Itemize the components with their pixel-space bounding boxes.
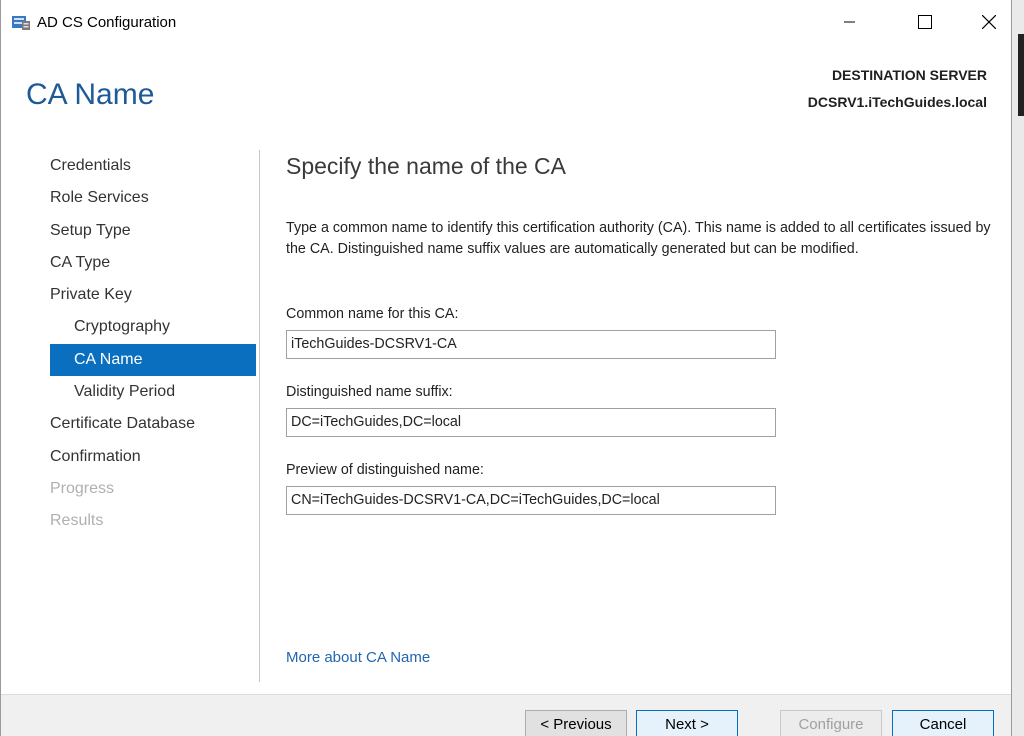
next-button[interactable]: Next > bbox=[636, 710, 738, 736]
nav-item-confirmation[interactable]: Confirmation bbox=[50, 441, 256, 473]
section-heading: Specify the name of the CA bbox=[286, 153, 566, 179]
dn-preview-field: CN=iTechGuides-DCSRV1-CA,DC=iTechGuides,… bbox=[286, 486, 776, 515]
nav-item-ca-type[interactable]: CA Type bbox=[50, 247, 256, 279]
nav-item-cryptography[interactable]: Cryptography bbox=[50, 311, 256, 343]
maximize-icon bbox=[918, 15, 932, 29]
wizard-nav: Credentials Role Services Setup Type CA … bbox=[50, 150, 256, 538]
destination-server-label: DESTINATION SERVER bbox=[831, 67, 987, 83]
nav-item-setup-type[interactable]: Setup Type bbox=[50, 215, 256, 247]
nav-item-credentials[interactable]: Credentials bbox=[50, 150, 256, 182]
minimize-icon bbox=[844, 21, 855, 23]
background-window-strip bbox=[1018, 34, 1024, 116]
close-button[interactable] bbox=[966, 0, 1012, 44]
more-about-ca-name-link[interactable]: More about CA Name bbox=[286, 649, 430, 666]
nav-item-results: Results bbox=[50, 512, 104, 530]
previous-button[interactable]: < Previous bbox=[525, 710, 627, 736]
dn-suffix-input[interactable]: DC=iTechGuides,DC=local bbox=[286, 408, 776, 437]
nav-divider bbox=[259, 150, 260, 682]
nav-item-ca-name[interactable]: CA Name bbox=[50, 343, 256, 377]
configure-button: Configure bbox=[780, 710, 882, 736]
close-icon bbox=[982, 15, 996, 29]
destination-server-name: DCSRV1.iTechGuides.local bbox=[807, 94, 987, 110]
background-window-edge bbox=[1012, 0, 1024, 736]
maximize-button[interactable] bbox=[902, 0, 948, 44]
dn-suffix-label: Distinguished name suffix: bbox=[286, 384, 453, 400]
wizard-footer: < Previous Next > Configure Cancel bbox=[1, 694, 1011, 736]
ad-cs-configuration-window: AD CS Configuration CA Name DESTINATION … bbox=[0, 0, 1012, 736]
title-bar[interactable]: AD CS Configuration bbox=[1, 0, 1011, 44]
nav-item-validity-period[interactable]: Validity Period bbox=[50, 376, 256, 408]
common-name-label: Common name for this CA: bbox=[286, 306, 459, 322]
page-title: CA Name bbox=[26, 78, 155, 111]
main-content: Specify the name of the CA Type a common… bbox=[286, 150, 991, 515]
nav-item-progress: Progress bbox=[50, 479, 115, 497]
cancel-button[interactable]: Cancel bbox=[892, 710, 994, 736]
server-manager-icon bbox=[11, 13, 31, 31]
minimize-button[interactable] bbox=[827, 0, 873, 44]
description-text: Type a common name to identify this cert… bbox=[286, 220, 991, 257]
window-title: AD CS Configuration bbox=[37, 14, 177, 31]
nav-item-certificate-database[interactable]: Certificate Database bbox=[50, 408, 256, 440]
nav-item-role-services[interactable]: Role Services bbox=[50, 182, 256, 214]
common-name-input[interactable]: iTechGuides-DCSRV1-CA bbox=[286, 330, 776, 359]
nav-item-private-key[interactable]: Private Key bbox=[50, 279, 256, 311]
dn-preview-label: Preview of distinguished name: bbox=[286, 462, 484, 478]
